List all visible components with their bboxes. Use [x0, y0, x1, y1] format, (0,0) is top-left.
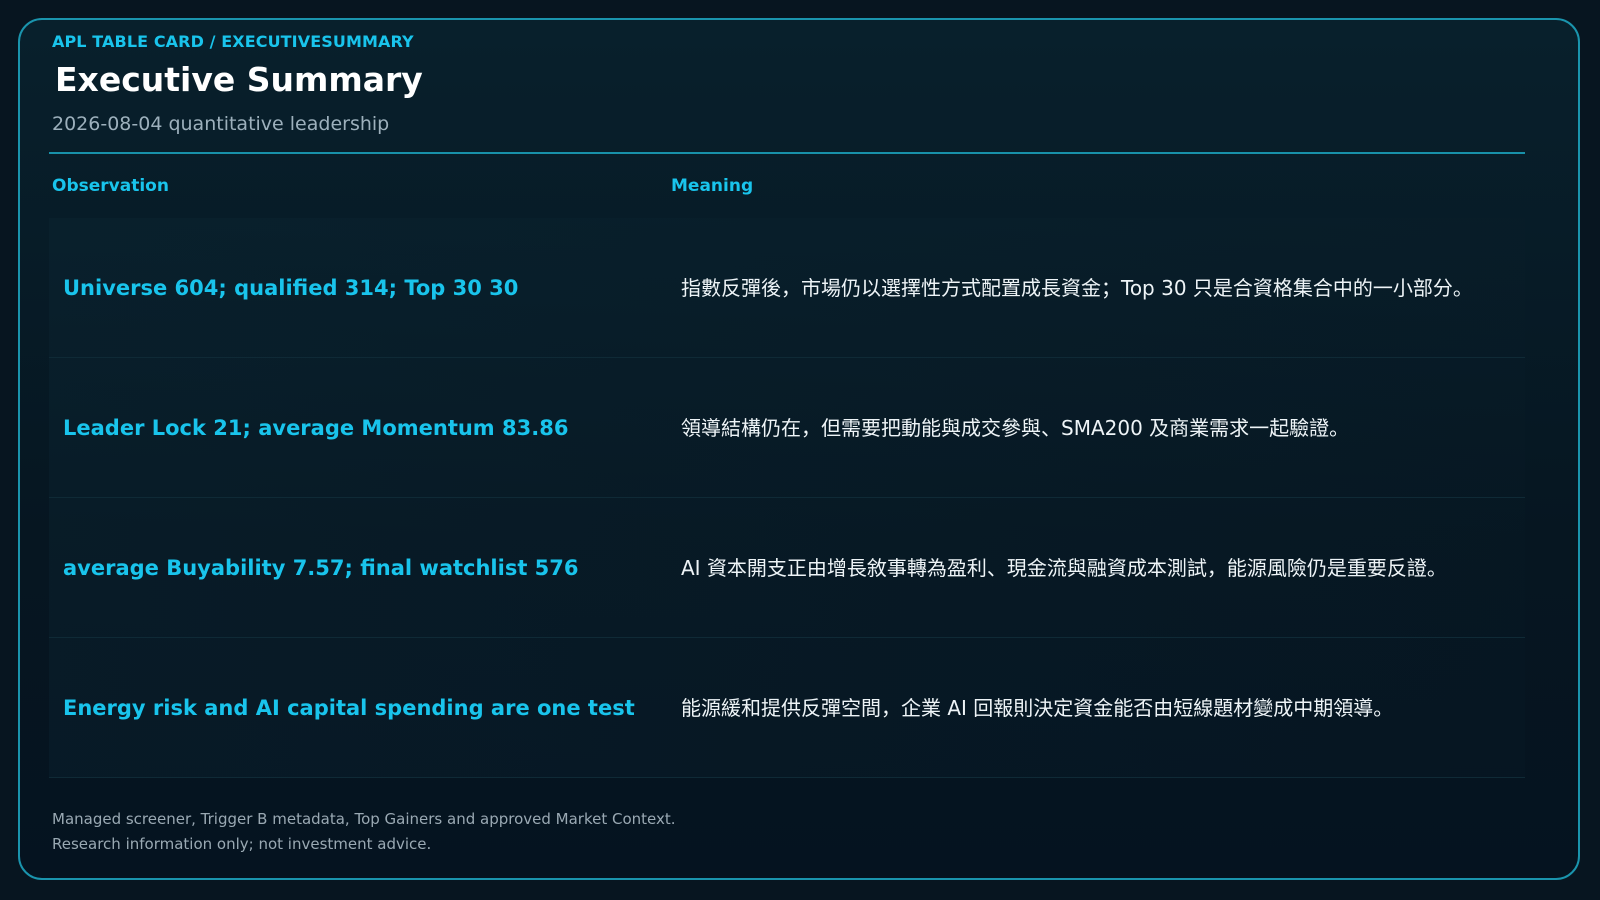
meaning-cell: 能源緩和提供反彈空間，企業 AI 回報則決定資金能否由短線題材變成中期領導。	[681, 695, 1394, 720]
header-divider	[49, 152, 1525, 154]
executive-summary-card: APL TABLE CARD / EXECUTIVESUMMARY Execut…	[18, 18, 1580, 880]
meaning-cell: 指數反彈後，市場仍以選擇性方式配置成長資金；Top 30 只是合資格集合中的一小…	[681, 275, 1473, 300]
table-row: Universe 604; qualified 314; Top 30 30 指…	[49, 218, 1525, 358]
column-header-observation: Observation	[52, 176, 169, 196]
meaning-cell: 領導結構仍在，但需要把動能與成交參與、SMA200 及商業需求一起驗證。	[681, 415, 1350, 440]
page-title: Executive Summary	[55, 60, 423, 99]
observation-cell: Energy risk and AI capital spending are …	[63, 695, 635, 720]
column-header-meaning: Meaning	[671, 176, 754, 196]
observation-cell: Leader Lock 21; average Momentum 83.86	[63, 415, 569, 440]
card-kicker: APL TABLE CARD / EXECUTIVESUMMARY	[52, 32, 414, 51]
page-subtitle: 2026-08-04 quantitative leadership	[52, 113, 390, 135]
table-row: Energy risk and AI capital spending are …	[49, 638, 1525, 778]
summary-table: Universe 604; qualified 314; Top 30 30 指…	[49, 218, 1525, 778]
footer-disclaimer: Research information only; not investmen…	[52, 835, 432, 853]
footer-source-note: Managed screener, Trigger B metadata, To…	[52, 810, 676, 828]
table-row: Leader Lock 21; average Momentum 83.86 領…	[49, 358, 1525, 498]
observation-cell: Universe 604; qualified 314; Top 30 30	[63, 275, 519, 300]
table-row: average Buyability 7.57; final watchlist…	[49, 498, 1525, 638]
observation-cell: average Buyability 7.57; final watchlist…	[63, 555, 579, 580]
meaning-cell: AI 資本開支正由增長敘事轉為盈利、現金流與融資成本測試，能源風險仍是重要反證。	[681, 555, 1447, 580]
